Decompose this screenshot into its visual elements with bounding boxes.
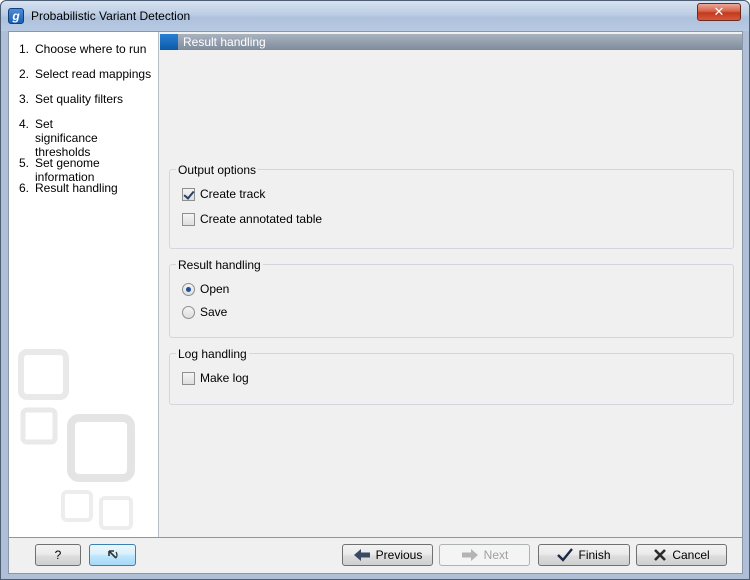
watermark-logo-icon xyxy=(18,349,135,530)
radio-selected-icon[interactable] xyxy=(182,282,195,296)
group-title: Log handling xyxy=(176,347,249,361)
group-title: Result handling xyxy=(176,258,263,272)
result-handling-group: Result handling Open Save xyxy=(169,258,734,338)
next-button[interactable]: Next xyxy=(439,544,530,566)
main-panel: Result handling Output options Create tr… xyxy=(160,32,742,537)
checkbox-unchecked-icon[interactable] xyxy=(182,212,195,226)
previous-button[interactable]: Previous xyxy=(342,544,433,566)
step-number: 1. xyxy=(19,42,30,56)
step-item: 5. Set genome information xyxy=(19,156,153,184)
close-button[interactable]: ✕ xyxy=(697,3,741,21)
cancel-button[interactable]: Cancel xyxy=(636,544,727,566)
radio-label: Open xyxy=(200,282,230,296)
save-radio[interactable]: Save xyxy=(182,305,227,319)
step-number: 5. xyxy=(19,156,30,170)
group-title: Output options xyxy=(176,163,259,177)
step-label: Set quality filters xyxy=(35,92,124,106)
finish-button[interactable]: Finish xyxy=(538,544,630,566)
step-label: Select read mappings xyxy=(35,67,152,81)
window-title: Probabilistic Variant Detection xyxy=(31,9,191,23)
dialog-body: 1. Choose where to run 2. Select read ma… xyxy=(8,31,743,538)
step-item: 2. Select read mappings xyxy=(19,67,153,81)
title-bar: g Probabilistic Variant Detection ✕ xyxy=(1,1,749,31)
checkbox-label: Create annotated table xyxy=(200,212,323,226)
previous-button-label: Previous xyxy=(375,548,423,562)
section-header: Result handling xyxy=(160,34,742,50)
help-button-label: ? xyxy=(54,548,62,562)
step-item-current: 6. Result handling xyxy=(19,181,153,195)
arrow-right-icon xyxy=(461,549,478,561)
arrow-left-icon xyxy=(353,549,370,561)
open-radio[interactable]: Open xyxy=(182,282,229,296)
checkbox-unchecked-icon[interactable] xyxy=(182,371,195,385)
checkbox-label: Make log xyxy=(200,371,249,385)
step-number: 3. xyxy=(19,92,30,106)
checkbox-label: Create track xyxy=(200,187,266,201)
next-button-label: Next xyxy=(483,548,509,562)
step-item: 3. Set quality filters xyxy=(19,92,153,106)
step-item: 1. Choose where to run xyxy=(19,42,153,56)
step-number: 2. xyxy=(19,67,30,81)
cancel-x-icon xyxy=(654,549,667,561)
log-handling-group: Log handling Make log xyxy=(169,347,734,405)
step-label: Choose where to run xyxy=(35,42,147,56)
step-label: Result handling xyxy=(35,181,118,195)
wizard-steps-panel: 1. Choose where to run 2. Select read ma… xyxy=(9,32,159,537)
checkmark-icon xyxy=(557,548,574,562)
radio-unselected-icon[interactable] xyxy=(182,305,195,319)
finish-button-label: Finish xyxy=(578,548,611,562)
step-label: Set genome information xyxy=(35,156,100,184)
step-item: 4. Set significance thresholds xyxy=(19,117,115,159)
section-title: Result handling xyxy=(183,35,266,49)
reset-button[interactable] xyxy=(89,544,136,566)
create-track-checkbox[interactable]: Create track xyxy=(182,187,265,201)
radio-label: Save xyxy=(200,305,228,319)
app-logo-icon: g xyxy=(8,8,24,24)
reset-arrow-icon xyxy=(107,550,118,559)
checkbox-checked-icon[interactable] xyxy=(182,187,195,201)
output-options-group: Output options Create track Create annot… xyxy=(169,163,734,249)
make-log-checkbox[interactable]: Make log xyxy=(182,371,249,385)
dialog-window: g Probabilistic Variant Detection ✕ 1. C… xyxy=(0,0,750,580)
step-number: 6. xyxy=(19,181,30,195)
step-label: Set significance thresholds xyxy=(35,117,98,159)
cancel-button-label: Cancel xyxy=(672,548,710,562)
help-button[interactable]: ? xyxy=(35,544,81,566)
create-annotated-table-checkbox[interactable]: Create annotated table xyxy=(182,212,322,226)
step-number: 4. xyxy=(19,117,30,131)
header-accent-mark xyxy=(160,34,178,50)
button-bar: ? Previous Next Finish Cancel xyxy=(8,538,743,574)
